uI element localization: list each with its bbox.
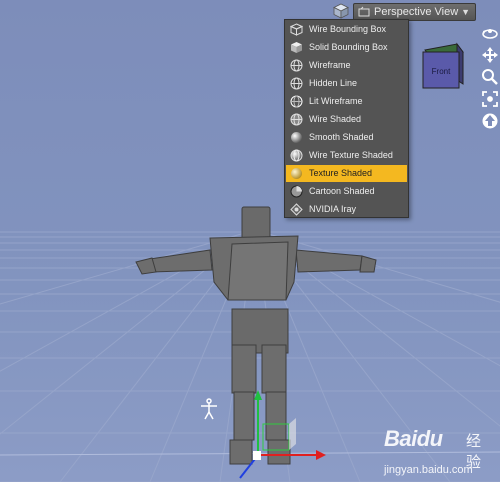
- reset-view-icon[interactable]: [481, 112, 499, 130]
- orbit-icon[interactable]: [481, 24, 499, 42]
- menu-item-wireframe[interactable]: Wireframe: [286, 57, 407, 74]
- zoom-icon[interactable]: [481, 68, 499, 86]
- menu-item-wire-bounding-box[interactable]: Wire Bounding Box: [286, 21, 407, 38]
- camera-icon: [358, 6, 370, 18]
- menu-item-wire-shaded[interactable]: Wire Shaded: [286, 111, 407, 128]
- menu-item-wire-texture-shaded[interactable]: Wire Texture Shaded: [286, 147, 407, 164]
- pan-icon[interactable]: [481, 46, 499, 64]
- menu-item-cartoon-shaded[interactable]: Cartoon Shaded: [286, 183, 407, 200]
- solid-box-icon: [290, 41, 303, 54]
- wireframe-sphere-icon: [290, 59, 303, 72]
- draw-style-menu: Wire Bounding Box Solid Bounding Box Wir…: [284, 19, 409, 218]
- texture-shaded-sphere-icon: [290, 167, 303, 180]
- menu-item-hidden-line[interactable]: Hidden Line: [286, 75, 407, 92]
- watermark-brand: Baidu: [384, 426, 443, 451]
- hidden-line-sphere-icon: [290, 77, 303, 90]
- dropdown-label: Perspective View: [374, 6, 459, 18]
- figure-model: [135, 206, 377, 465]
- navcube-face-label: Front: [432, 67, 451, 76]
- menu-item-solid-bounding-box[interactable]: Solid Bounding Box: [286, 39, 407, 56]
- figure-gizmo-icon: [201, 398, 217, 420]
- menu-item-nvidia-iray[interactable]: NVIDIA Iray: [286, 201, 407, 218]
- watermark-url: jingyan.baidu.com: [384, 464, 473, 476]
- cartoon-shaded-sphere-icon: [290, 185, 303, 198]
- navigation-cube[interactable]: Front: [415, 40, 465, 92]
- smooth-shaded-sphere-icon: [290, 131, 303, 144]
- chevron-down-icon: ▼: [461, 7, 470, 17]
- wire-shaded-sphere-icon: [290, 113, 303, 126]
- nvidia-iray-icon: [290, 203, 303, 216]
- cube-view-icon[interactable]: [333, 3, 349, 19]
- baidu-watermark: Baidu 经验 jingyan.baidu.com: [382, 424, 492, 480]
- frame-icon[interactable]: [481, 90, 499, 108]
- wire-box-icon: [289, 23, 304, 36]
- menu-item-smooth-shaded[interactable]: Smooth Shaded: [286, 129, 407, 146]
- wire-texture-sphere-icon: [290, 149, 303, 162]
- lit-wireframe-sphere-icon: [290, 95, 303, 108]
- menu-item-lit-wireframe[interactable]: Lit Wireframe: [286, 93, 407, 110]
- 3d-viewport[interactable]: Perspective View ▼ Wire Bounding Box Sol…: [0, 0, 500, 482]
- menu-item-texture-shaded[interactable]: Texture Shaded: [286, 165, 407, 182]
